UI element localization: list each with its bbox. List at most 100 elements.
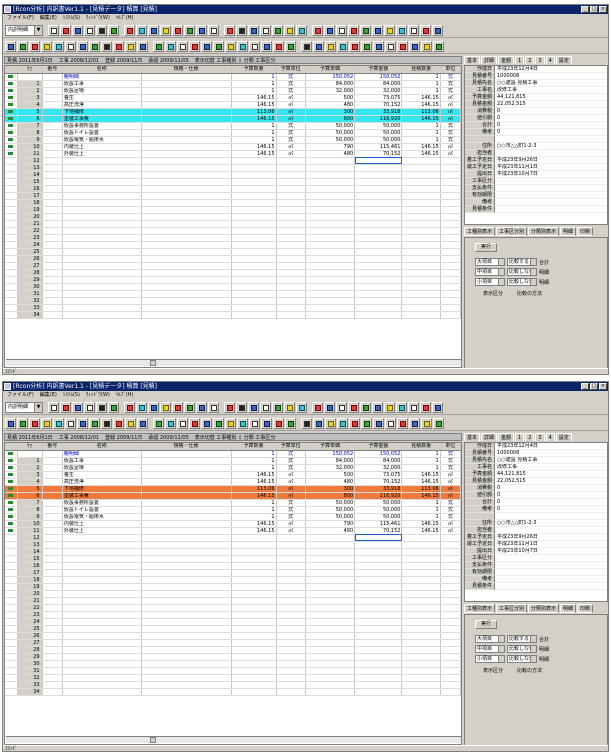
panel-tab[interactable]: 工種別表示 xyxy=(464,604,496,613)
empty-row[interactable]: 26 xyxy=(5,255,461,263)
toolbar-button[interactable] xyxy=(160,401,171,413)
toolbar-button[interactable] xyxy=(29,40,40,52)
toolbar-button[interactable] xyxy=(432,24,443,36)
empty-row[interactable]: 14 xyxy=(5,548,461,556)
props-tab[interactable]: 1 xyxy=(515,56,525,64)
toolbar-button[interactable] xyxy=(101,40,112,52)
empty-row[interactable]: 30 xyxy=(5,283,461,291)
toolbar-button[interactable] xyxy=(349,417,360,429)
empty-row[interactable]: 19 xyxy=(5,583,461,591)
toolbar-button[interactable] xyxy=(285,417,296,429)
toolbar-button[interactable] xyxy=(84,401,95,413)
prop-row[interactable]: 竣工予定日 平成23年11月1日 xyxy=(465,541,607,548)
menu-item[interactable]: 編集(E) xyxy=(40,14,57,22)
toolbar-button[interactable] xyxy=(396,24,407,36)
column-header[interactable]: 名称 xyxy=(62,66,142,74)
toolbar-button[interactable] xyxy=(172,401,183,413)
empty-row[interactable]: 12 xyxy=(5,157,461,165)
column-header[interactable]: 予算単位 xyxy=(276,66,306,74)
scroll-thumb[interactable] xyxy=(150,360,156,366)
toolbar-button[interactable] xyxy=(360,401,371,413)
prop-row[interactable]: 工事区分 xyxy=(465,555,607,562)
toolbar-button[interactable] xyxy=(108,401,119,413)
toolbar-button[interactable] xyxy=(177,417,188,429)
close-button[interactable]: × xyxy=(599,6,607,13)
prop-value[interactable]: 改修工事 xyxy=(495,87,607,94)
compare-select[interactable]: 比較する xyxy=(507,635,537,643)
toolbar-button[interactable] xyxy=(421,417,432,429)
display-switch[interactable]: 表示切替 工事種別 ⇩ 分類 工事区分 xyxy=(195,434,276,441)
prop-row[interactable]: 支払条件 xyxy=(465,185,607,192)
column-header[interactable]: 単位 xyxy=(440,66,461,74)
empty-row[interactable]: 32 xyxy=(5,674,461,682)
empty-row[interactable]: 27 xyxy=(5,639,461,647)
toolbar-button[interactable] xyxy=(89,40,100,52)
item-name[interactable]: 仮設電気・給排水 xyxy=(62,513,142,521)
toolbar-button[interactable] xyxy=(41,40,52,52)
prop-value[interactable]: 1000008 xyxy=(495,450,607,457)
prop-value[interactable]: 0 xyxy=(495,499,607,506)
panel-tab[interactable]: 印刷 xyxy=(577,227,594,236)
toolbar-button[interactable] xyxy=(272,401,283,413)
compare-select[interactable]: 比較しない xyxy=(507,268,537,276)
empty-row[interactable]: 26 xyxy=(5,632,461,640)
summary-row[interactable]: 親明細 1 式 150,052 150,052 1 式 xyxy=(5,450,461,458)
prop-value[interactable] xyxy=(495,569,607,576)
panel-tab[interactable]: 明細 xyxy=(560,227,577,236)
column-header[interactable]: 番号 xyxy=(42,443,63,451)
prop-row[interactable]: 見積金額 22,052,515 xyxy=(465,478,607,485)
prop-row[interactable]: 工事名 改修工事 xyxy=(465,464,607,471)
toolbar-button[interactable] xyxy=(160,24,171,36)
prop-row[interactable]: 担当者 xyxy=(465,527,607,534)
execute-button[interactable]: 実行 xyxy=(475,620,497,629)
table-row[interactable]: 10 内装仕上 146.15 ㎡ 790 115,461 146.15 ㎡ xyxy=(5,143,461,151)
prop-row[interactable]: 値引額 0 xyxy=(465,115,607,122)
item-name[interactable]: 内装仕上 xyxy=(62,520,142,528)
toolbar-button[interactable] xyxy=(373,417,384,429)
prop-row[interactable]: 住所 ○○市△△町1-2-3 xyxy=(465,520,607,527)
compare-select[interactable]: 比較しない xyxy=(507,278,537,286)
toolbar-button[interactable] xyxy=(385,40,396,52)
prop-row[interactable]: 担当者 xyxy=(465,150,607,157)
toolbar-button[interactable] xyxy=(172,24,183,36)
empty-row[interactable]: 34 xyxy=(5,311,461,319)
item-name[interactable]: 外装仕上 xyxy=(62,150,142,158)
toolbar-button[interactable] xyxy=(361,417,372,429)
prop-value[interactable]: 44,121,815 xyxy=(495,471,607,478)
prop-value[interactable]: 平成23年12月4日 xyxy=(495,443,607,450)
toolbar-button[interactable] xyxy=(248,401,259,413)
toolbar-button[interactable] xyxy=(177,40,188,52)
toolbar-button[interactable] xyxy=(273,417,284,429)
toolbar-button[interactable] xyxy=(325,40,336,52)
toolbar-button[interactable] xyxy=(312,24,323,36)
scroll-thumb[interactable] xyxy=(150,737,156,743)
prop-value[interactable] xyxy=(495,513,607,520)
toolbar-button[interactable] xyxy=(409,40,420,52)
toolbar-button[interactable] xyxy=(189,417,200,429)
prop-value[interactable]: 平成23年11月1日 xyxy=(495,164,607,171)
prop-value[interactable] xyxy=(495,185,607,192)
empty-row[interactable]: 34 xyxy=(5,688,461,696)
props-tab[interactable]: 金額 xyxy=(498,56,515,64)
prop-value[interactable]: 22,052,515 xyxy=(495,478,607,485)
prop-row[interactable]: 備考 0 xyxy=(465,129,607,136)
toolbar-button[interactable] xyxy=(337,40,348,52)
toolbar-button[interactable] xyxy=(108,24,119,36)
empty-row[interactable]: 17 xyxy=(5,192,461,200)
toolbar-button[interactable] xyxy=(312,401,323,413)
empty-row[interactable]: 17 xyxy=(5,569,461,577)
props-tab[interactable]: 1 xyxy=(515,433,525,441)
toolbar-button[interactable] xyxy=(124,401,135,413)
toolbar-button[interactable] xyxy=(432,401,443,413)
toolbar-button[interactable] xyxy=(225,417,236,429)
props-tab[interactable]: 4 xyxy=(545,56,555,64)
empty-row[interactable]: 15 xyxy=(5,178,461,186)
panel-tab[interactable]: 工事区分別 xyxy=(496,227,528,236)
prop-row[interactable]: 備考 xyxy=(465,576,607,583)
execute-button[interactable]: 実行 xyxy=(475,243,497,252)
toolbar-button[interactable] xyxy=(260,401,271,413)
prop-row[interactable]: 合計 0 xyxy=(465,122,607,129)
prop-value[interactable]: 0 xyxy=(495,129,607,136)
toolbar-button[interactable] xyxy=(17,417,28,429)
panel-tab[interactable]: 明細 xyxy=(560,604,577,613)
